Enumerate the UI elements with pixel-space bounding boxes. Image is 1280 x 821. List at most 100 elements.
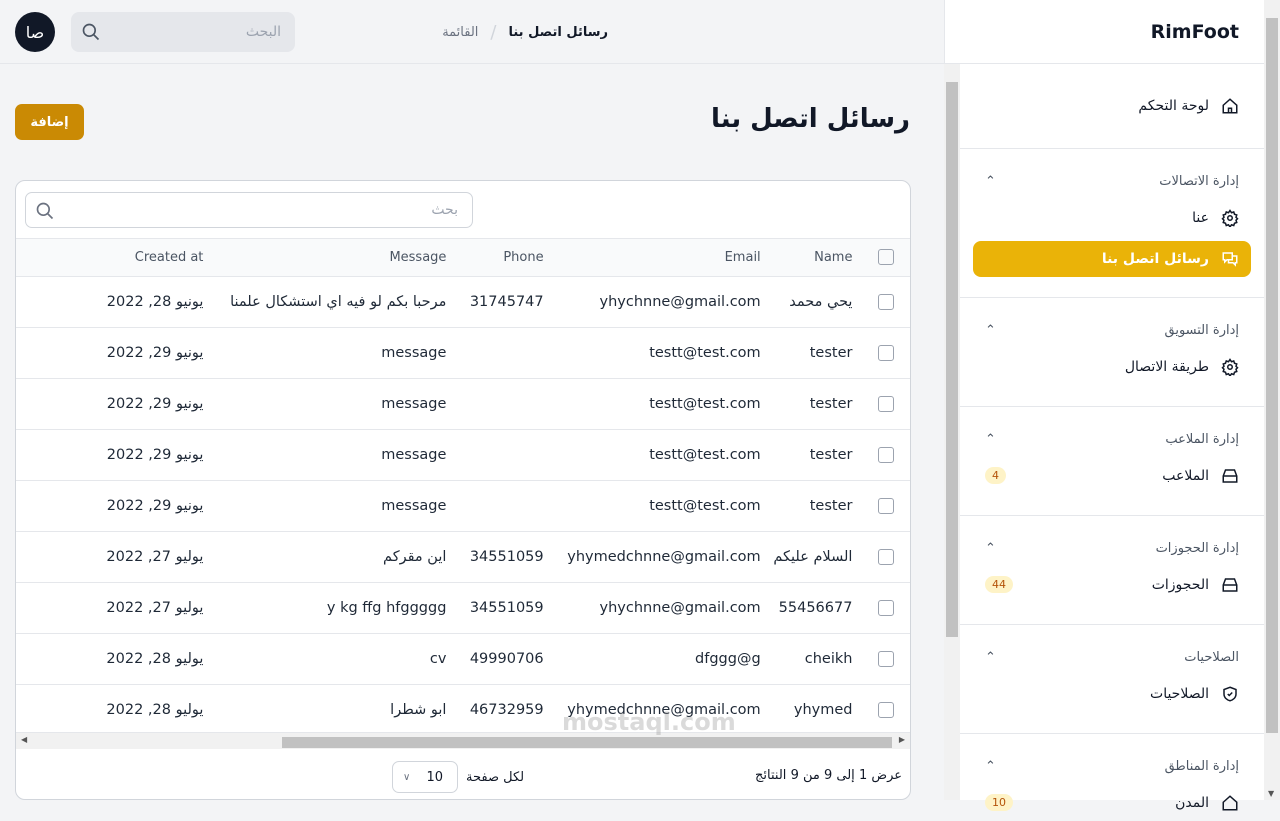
search-placeholder: البحث: [245, 24, 281, 40]
table-row[interactable]: tester testt@test.com message يونيو 29, 202…: [16, 378, 910, 430]
global-search-input[interactable]: البحث: [71, 12, 295, 52]
cell-email: yhymedchnne@gmail.com: [543, 531, 761, 583]
cell-name: tester: [760, 378, 873, 430]
cell-phone: 34551059: [446, 582, 544, 634]
count-badge: 4: [985, 467, 1006, 484]
sidebar-group-header[interactable]: إدارة الحجوزات ⌃: [985, 541, 1239, 556]
scrollbar-thumb[interactable]: [282, 737, 892, 748]
column-header-phone[interactable]: Phone: [446, 239, 544, 277]
chevron-up-icon: ⌃: [985, 650, 996, 665]
cell-email: testt@test.com: [543, 429, 761, 481]
table-row[interactable]: yhymed yhymedchnne@gmail.com 46732959 ابو ش…: [16, 684, 910, 732]
breadcrumb: رسائل اتصل بنا / القائمة: [442, 22, 608, 43]
table-search-input[interactable]: بحث: [25, 192, 473, 228]
table-row[interactable]: 55456677 yhychnne@gmail.com 34551059 y kg f…: [16, 582, 910, 634]
chevron-up-icon: ⌃: [985, 541, 996, 556]
add-button[interactable]: إضافة: [15, 104, 84, 140]
column-header-created-at[interactable]: Created at: [16, 239, 204, 277]
home-icon: [1221, 97, 1239, 115]
sidebar-item-label: الملاعب: [1162, 468, 1209, 484]
sidebar-item-label: رسائل اتصل بنا: [1101, 251, 1209, 267]
cell-message: message: [203, 480, 447, 532]
table-row[interactable]: tester testt@test.com message يونيو 29, 202…: [16, 327, 910, 379]
row-checkbox[interactable]: [878, 293, 894, 310]
cell-message: ابو شطرا: [203, 684, 447, 732]
row-checkbox[interactable]: [878, 344, 894, 361]
select-all-checkbox[interactable]: [878, 249, 894, 266]
table-row[interactable]: tester testt@test.com message يونيو 29, 202…: [16, 429, 910, 481]
cell-created-at: يونيو 29, 2022: [16, 480, 204, 532]
column-header-email[interactable]: Email: [543, 239, 761, 277]
scroll-left-arrow-icon[interactable]: ◀: [21, 735, 27, 744]
chevron-up-icon: ⌃: [985, 323, 996, 338]
sidebar-item[interactable]: طريقة الاتصال: [960, 349, 1264, 385]
cell-email: testt@test.com: [543, 378, 761, 430]
sidebar-item[interactable]: الصلاحيات: [960, 676, 1264, 712]
sidebar-group-header[interactable]: إدارة المناطق ⌃: [985, 759, 1239, 774]
sidebar-group-title: إدارة التسويق: [1164, 323, 1239, 338]
cell-phone: 46732959: [446, 684, 544, 732]
shield-icon: [1221, 685, 1239, 703]
table-footer: عرض 1 إلى 9 من 9 النتائج لكل صفحة ∨ 10: [16, 749, 910, 799]
sidebar-header: RimFoot: [944, 0, 1264, 64]
cell-message: اين مقركم: [203, 531, 447, 583]
chat-icon: [1221, 250, 1239, 268]
main-scrollbar[interactable]: [944, 64, 960, 800]
count-badge: 44: [985, 576, 1013, 593]
horizontal-scrollbar[interactable]: ◀ ▶: [16, 732, 910, 749]
sidebar-group-header[interactable]: الصلاحيات ⌃: [985, 650, 1239, 665]
sidebar-group-title: إدارة المناطق: [1164, 759, 1239, 774]
gear-icon: [1221, 358, 1239, 376]
gear-icon: [1221, 209, 1239, 227]
page-title: رسائل اتصل بنا: [710, 104, 910, 134]
sidebar-item[interactable]: رسائل اتصل بنا: [973, 241, 1251, 277]
user-avatar[interactable]: صا: [15, 12, 55, 52]
per-page-label: لكل صفحة: [466, 769, 525, 785]
sidebar-item-dashboard[interactable]: لوحة التحكم: [960, 88, 1264, 124]
row-checkbox[interactable]: [878, 497, 894, 514]
sidebar-group-header[interactable]: إدارة الاتصالات ⌃: [985, 174, 1239, 189]
sidebar-divider: [960, 297, 1264, 298]
table-row[interactable]: cheikh dfggg@g 49990706 cv يوليو 28, 2022: [16, 633, 910, 685]
row-checkbox[interactable]: [878, 446, 894, 463]
column-header-name[interactable]: Name: [760, 239, 873, 277]
breadcrumb-current: رسائل اتصل بنا: [508, 25, 608, 40]
cell-email: testt@test.com: [543, 480, 761, 532]
cell-phone: [446, 378, 544, 430]
row-checkbox[interactable]: [878, 599, 894, 616]
cell-message: message: [203, 429, 447, 481]
cell-created-at: يوليو 27, 2022: [16, 531, 204, 583]
sidebar-group-title: إدارة الملاعب: [1165, 432, 1239, 447]
brand-logo[interactable]: RimFoot: [1151, 21, 1239, 43]
cell-name: يحي محمد: [760, 276, 873, 328]
cell-name: cheikh: [760, 633, 873, 685]
sidebar-item[interactable]: عنا: [960, 200, 1264, 236]
cell-phone: 34551059: [446, 531, 544, 583]
table-row[interactable]: يحي محمد yhychnne@gmail.com 31745747 مرحبا …: [16, 276, 910, 328]
cell-phone: [446, 429, 544, 481]
row-checkbox[interactable]: [878, 395, 894, 412]
breadcrumb-list-link[interactable]: القائمة: [442, 25, 478, 40]
row-checkbox[interactable]: [878, 650, 894, 667]
breadcrumb-separator: /: [490, 22, 497, 43]
row-checkbox[interactable]: [878, 701, 894, 718]
cell-phone: [446, 480, 544, 532]
table-row[interactable]: السلام عليكم yhymedchnne@gmail.com 3455105…: [16, 531, 910, 583]
cell-message: message: [203, 327, 447, 379]
cell-name: السلام عليكم: [760, 531, 873, 583]
table-row[interactable]: tester testt@test.com message يونيو 29, 202…: [16, 480, 910, 532]
table-search-placeholder: بحث: [431, 202, 458, 218]
sidebar-item-label: طريقة الاتصال: [1124, 359, 1209, 375]
row-checkbox[interactable]: [878, 548, 894, 565]
sidebar-group-header[interactable]: إدارة الملاعب ⌃: [985, 432, 1239, 447]
sidebar-scrollbar[interactable]: ▼: [1264, 0, 1280, 800]
archive-icon: [1221, 467, 1239, 485]
sidebar-item-label: الحجوزات: [1151, 577, 1209, 593]
sidebar-group-header[interactable]: إدارة التسويق ⌃: [985, 323, 1239, 338]
search-icon: [81, 22, 101, 42]
scroll-right-arrow-icon[interactable]: ▶: [899, 735, 905, 744]
cell-created-at: يونيو 29, 2022: [16, 378, 204, 430]
column-header-message[interactable]: Message: [203, 239, 447, 277]
home-icon: [1221, 794, 1239, 812]
per-page-select[interactable]: ∨ 10: [392, 761, 458, 793]
